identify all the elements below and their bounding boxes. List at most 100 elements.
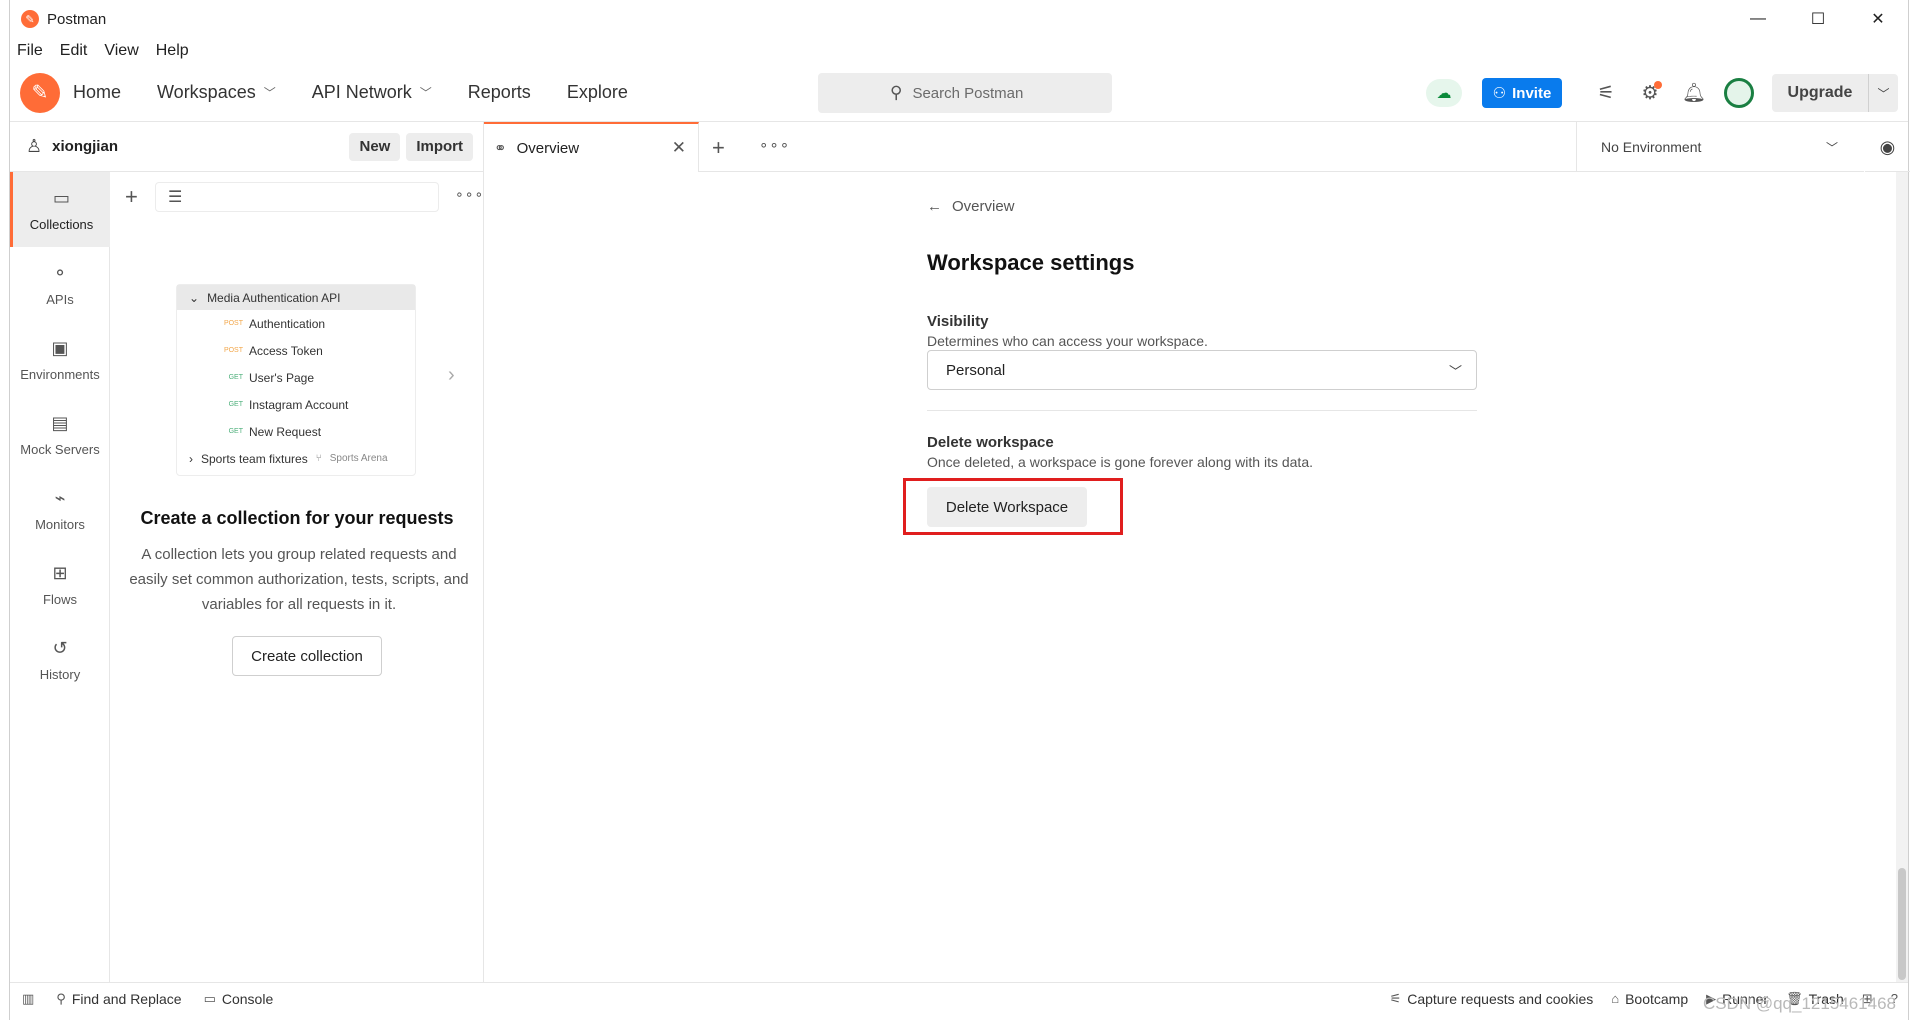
satellite-icon[interactable]: ⚟ [1584, 73, 1628, 113]
window-controls: — ☐ ✕ [1728, 0, 1908, 38]
visibility-title: Visibility [927, 313, 989, 330]
environment-selector[interactable]: No Environment ﹀ ◉ [1576, 122, 1910, 172]
postman-small-logo-icon: ✎ [21, 10, 39, 28]
toggle-sidebar-button[interactable]: ▥ [22, 991, 34, 1007]
top-nav: Home Workspaces ﹀ API Network ﹀ Reports Ex… [73, 82, 664, 103]
request-name: Instagram Account [249, 397, 349, 412]
add-collection-icon[interactable]: + [125, 184, 138, 210]
header-actions: ☁ ⚇ Invite ⚟ ⚙ 🔔︎ Upgrade ﹀ [1426, 64, 1908, 122]
back-link[interactable]: ← Overview [927, 198, 1015, 215]
eye-icon[interactable]: ◉ [1864, 122, 1910, 172]
chevron-down-icon: ﹀ [1448, 363, 1462, 379]
watermark: CSDN @qq_1215461468 [1702, 994, 1896, 1013]
scrollbar[interactable] [1896, 172, 1908, 982]
find-replace-button[interactable]: ⚲ Find and Replace [56, 991, 181, 1007]
sidebar-rail: ▭ Collections ⚬ APIs ▣ Environments ▤ Mock S… [10, 172, 110, 982]
user-icon: ♙ [26, 136, 43, 156]
sidebar-item-monitors[interactable]: ⌁ Monitors [10, 472, 110, 547]
collections-icon: ▭ [52, 187, 70, 208]
chevron-down-icon: ﹀ [1825, 140, 1838, 155]
import-button[interactable]: Import [406, 132, 473, 161]
empty-state-description: A collection lets you group related requ… [129, 546, 469, 613]
collections-toolbar: + ☰ ∘∘∘ [110, 182, 484, 212]
add-tab-icon[interactable]: + [712, 135, 725, 161]
sidebar-item-mock-servers[interactable]: ▤ Mock Servers [10, 397, 110, 472]
nav-workspaces-label: Workspaces [157, 82, 256, 102]
sidebar-item-label: Mock Servers [20, 441, 100, 457]
minimize-icon[interactable]: — [1728, 0, 1788, 38]
back-link-label: Overview [952, 198, 1015, 215]
nav-explore[interactable]: Explore [567, 82, 628, 103]
avatar[interactable] [1724, 78, 1754, 108]
empty-state-title: Create a collection for your requests [140, 508, 454, 528]
sidebar-item-collections[interactable]: ▭ Collections [10, 172, 110, 247]
sidebar-item-environments[interactable]: ▣ Environments [10, 322, 110, 397]
postman-logo-icon[interactable]: ✎ [20, 72, 60, 113]
close-window-icon[interactable]: ✕ [1848, 0, 1908, 38]
sidebar-item-label: APIs [46, 291, 74, 307]
app-header: ✎ Home Workspaces ﹀ API Network ﹀ Reports … [10, 64, 1908, 122]
method-badge: GET [228, 428, 243, 435]
menu-view[interactable]: View [104, 42, 138, 60]
sidebar-toggle-icon: ▥ [22, 990, 35, 1006]
sidebar-item-flows[interactable]: ⊞ Flows [10, 547, 110, 622]
more-tabs-icon[interactable]: ∘∘∘ [759, 136, 790, 154]
preview-request-row: GET Instagram Account [177, 391, 415, 418]
visibility-value: Personal [946, 361, 1006, 379]
menu-help[interactable]: Help [156, 42, 189, 60]
settings-icon[interactable]: ⚙ [1628, 73, 1672, 113]
sidebar-item-label: Monitors [35, 516, 85, 532]
menu-file[interactable]: File [17, 42, 43, 60]
fork-icon: ⑂ [315, 453, 322, 464]
capture-icon: ⚟ [1389, 990, 1402, 1006]
filter-input[interactable]: ☰ [155, 182, 439, 212]
delete-description: Once deleted, a workspace is gone foreve… [927, 454, 1313, 470]
nav-api-network[interactable]: API Network ﹀ [312, 82, 432, 103]
nav-api-network-label: API Network [311, 82, 412, 102]
window-title: Postman [47, 10, 107, 28]
sidebar-item-apis[interactable]: ⚬ APIs [10, 247, 110, 322]
console-icon: ▭ [203, 990, 216, 1006]
method-badge: POST [223, 347, 243, 354]
console-button[interactable]: ▭ Console [204, 991, 274, 1007]
close-tab-icon[interactable]: ✕ [672, 138, 686, 158]
upgrade-button[interactable]: Upgrade ﹀ [1772, 74, 1898, 112]
visibility-select[interactable]: Personal ﹀ [927, 350, 1477, 390]
sidebar-item-label: Environments [20, 366, 100, 382]
more-options-icon[interactable]: ∘∘∘ [455, 186, 484, 203]
chevron-right-icon[interactable]: › [448, 364, 455, 387]
nav-workspaces[interactable]: Workspaces ﹀ [157, 82, 276, 103]
scrollbar-thumb[interactable] [1898, 868, 1906, 980]
new-button[interactable]: New [349, 132, 401, 161]
filter-icon: ☰ [168, 189, 183, 206]
workspace-user-name[interactable]: xiongjian [52, 138, 118, 155]
chevron-down-icon: ⌄ [189, 290, 200, 305]
preview-footer-collection: Sports team fixtures [201, 451, 308, 466]
search-input[interactable]: ⚲ Search Postman [818, 73, 1112, 113]
sidebar-item-label: History [39, 666, 81, 682]
request-name: Access Token [249, 343, 323, 358]
tab-overview[interactable]: ⚭ Overview ✕ [484, 122, 699, 172]
create-collection-button[interactable]: Create collection [232, 636, 382, 676]
cloud-sync-icon[interactable]: ☁ [1426, 79, 1462, 107]
menu-edit[interactable]: Edit [60, 42, 88, 60]
preview-footer-row: › Sports team fixtures ⑂ Sports Arena [177, 445, 415, 472]
binoculars-icon: ⚭ [494, 140, 507, 157]
search-icon: ⚲ [56, 990, 66, 1006]
bell-icon[interactable]: 🔔︎ [1672, 73, 1716, 113]
postman-window: ✎ Postman — ☐ ✕ File Edit View Help ✎ Ho… [9, 0, 1910, 1020]
tab-bar: ⚭ Overview ✕ + ∘∘∘ No Environment ﹀ ◉ [484, 122, 1910, 172]
maximize-icon[interactable]: ☐ [1788, 0, 1848, 38]
bootcamp-button[interactable]: ⌂ Bootcamp [1611, 991, 1688, 1007]
nav-reports[interactable]: Reports [468, 82, 531, 103]
sidebar-item-label: Collections [29, 216, 94, 232]
sidebar-item-history[interactable]: ↺ History [10, 622, 110, 697]
nav-home[interactable]: Home [73, 82, 121, 103]
delete-title: Delete workspace [927, 434, 1054, 451]
preview-request-row: POST Access Token [177, 337, 415, 364]
preview-request-row: GET User's Page [177, 364, 415, 391]
invite-button[interactable]: ⚇ Invite [1482, 78, 1562, 108]
preview-request-row: GET New Request [177, 418, 415, 445]
chevron-down-icon[interactable]: ﹀ [1868, 74, 1898, 112]
capture-button[interactable]: ⚟ Capture requests and cookies [1390, 991, 1594, 1007]
